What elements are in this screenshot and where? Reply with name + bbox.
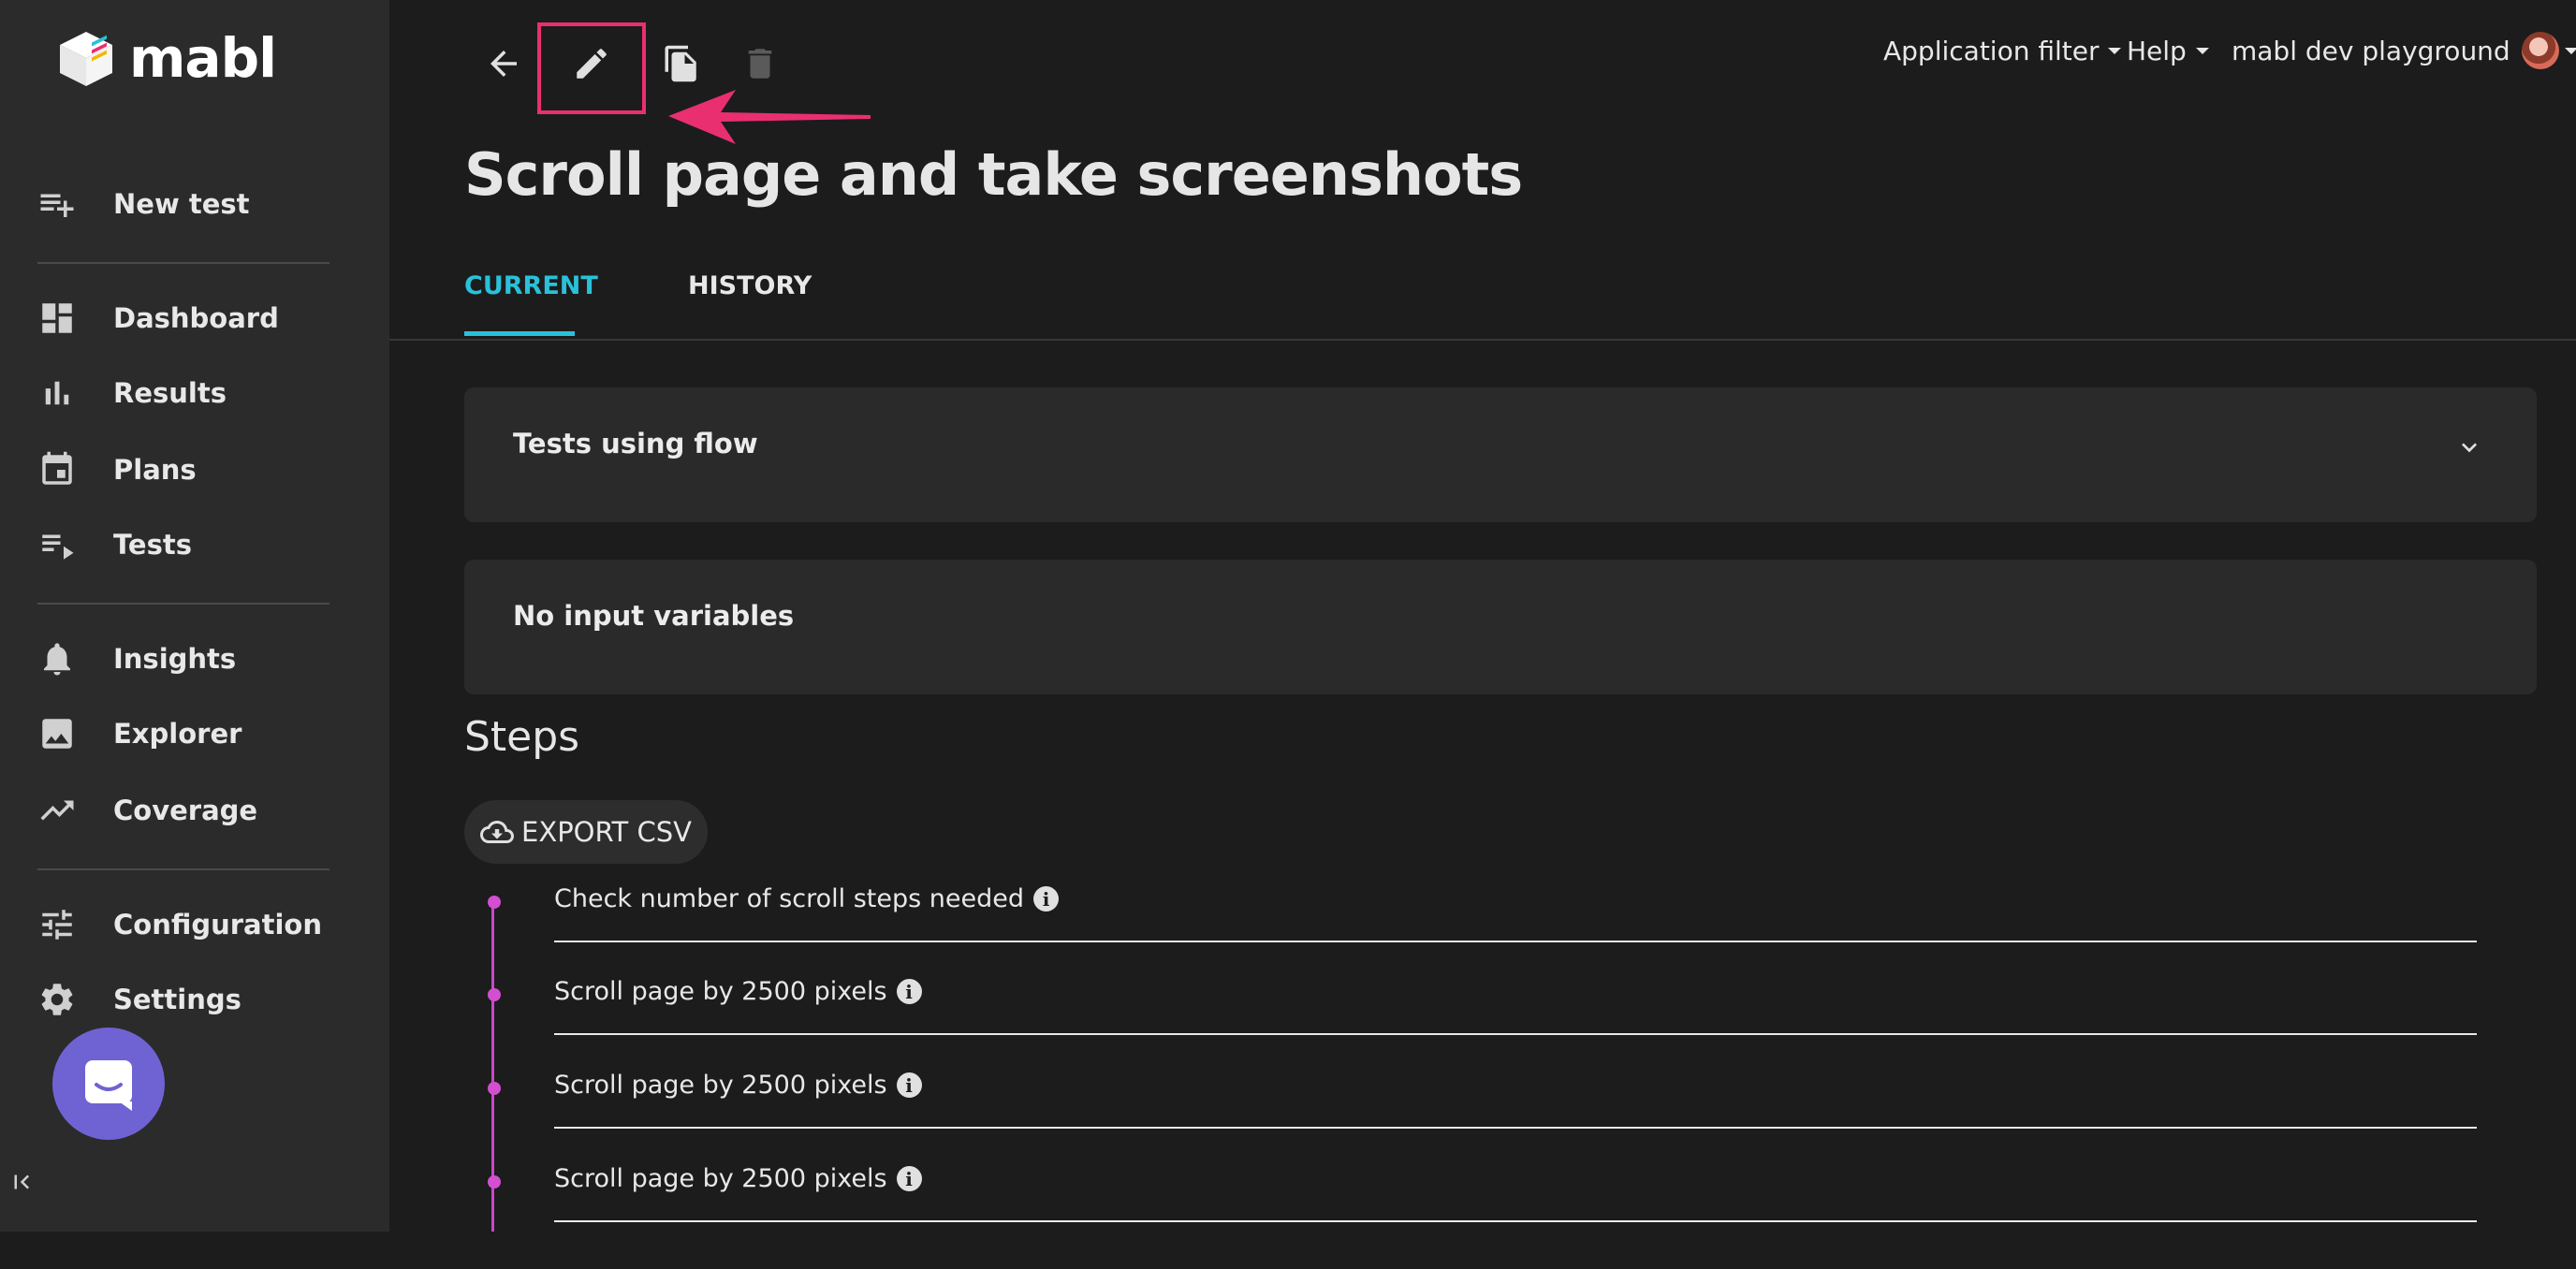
tabs-divider — [389, 339, 2576, 341]
tune-icon — [37, 903, 94, 946]
application-filter-label: Application filter — [1883, 35, 2100, 66]
info-icon[interactable]: i — [896, 1072, 922, 1098]
info-icon[interactable]: i — [896, 979, 922, 1004]
page-title: Scroll page and take screenshots — [464, 140, 1523, 209]
first-page-icon — [14, 1174, 30, 1189]
cloud-download-icon — [480, 821, 514, 843]
edit-highlight-box — [537, 22, 646, 114]
avatar — [2521, 32, 2559, 69]
sidebar-item-label: Coverage — [113, 795, 258, 826]
help-label: Help — [2127, 35, 2187, 66]
workspace-dropdown[interactable]: mabl dev playground — [2232, 32, 2576, 69]
caret-down-icon — [2108, 47, 2122, 54]
application-filter-dropdown[interactable]: Application filter — [1883, 32, 2122, 69]
sidebar-item-explorer[interactable]: Explorer — [37, 706, 356, 762]
sidebar-item-label: Tests — [113, 529, 192, 561]
step-item[interactable]: Scroll page by 2500 pixels i — [488, 1164, 2477, 1269]
export-csv-button[interactable]: EXPORT CSV — [464, 800, 708, 864]
step-item[interactable]: Check number of scroll steps needed i — [488, 884, 2477, 989]
step-divider — [554, 1033, 2477, 1035]
active-tab-indicator — [464, 331, 575, 336]
chat-icon — [85, 1060, 132, 1111]
sidebar: mabl New test Dashboard Results Plans Te… — [0, 0, 389, 1232]
step-dot — [488, 1175, 501, 1189]
calendar-icon — [37, 448, 94, 491]
sidebar-item-label: Dashboard — [113, 302, 279, 334]
step-divider — [554, 1220, 2477, 1222]
workspace-label: mabl dev playground — [2232, 35, 2510, 66]
info-icon[interactable]: i — [896, 1166, 922, 1191]
sidebar-item-label: Configuration — [113, 909, 322, 941]
sidebar-item-plans[interactable]: Plans — [37, 442, 356, 498]
tab-history[interactable]: HISTORY — [688, 271, 812, 300]
sidebar-item-dashboard[interactable]: Dashboard — [37, 290, 356, 346]
step-item[interactable]: Scroll page by 2500 pixels i — [488, 977, 2477, 1082]
collapse-sidebar-button[interactable] — [7, 1168, 36, 1196]
step-label: Scroll page by 2500 pixels — [554, 1071, 887, 1100]
tests-using-flow-panel[interactable]: Tests using flow — [464, 387, 2537, 522]
playlist-play-icon — [37, 523, 94, 566]
step-label: Scroll page by 2500 pixels — [554, 977, 887, 1006]
sidebar-item-label: Plans — [113, 454, 197, 486]
sidebar-item-results[interactable]: Results — [37, 365, 356, 421]
panel-title: Tests using flow — [513, 428, 758, 459]
sidebar-divider — [37, 262, 329, 264]
chat-launcher-button[interactable] — [52, 1028, 165, 1140]
app-name: mabl — [129, 26, 277, 90]
caret-down-icon — [2195, 47, 2209, 54]
sidebar-item-tests[interactable]: Tests — [37, 517, 356, 573]
sidebar-item-new-test[interactable]: New test — [37, 176, 356, 232]
caret-down-icon — [2564, 47, 2576, 54]
input-variables-panel: No input variables — [464, 560, 2537, 694]
sidebar-item-coverage[interactable]: Coverage — [37, 782, 356, 839]
sidebar-item-label: Results — [113, 377, 227, 409]
image-icon — [37, 712, 94, 755]
chevron-down-icon[interactable] — [2454, 432, 2484, 462]
sidebar-item-insights[interactable]: Insights — [37, 631, 356, 687]
step-divider — [554, 941, 2477, 942]
dashboard-icon — [37, 297, 94, 340]
trash-icon — [748, 49, 772, 79]
help-dropdown[interactable]: Help — [2127, 32, 2209, 69]
duplicate-button[interactable] — [655, 37, 708, 90]
delete-button[interactable] — [734, 37, 786, 90]
step-divider — [554, 1127, 2477, 1129]
step-dot — [488, 1082, 501, 1095]
step-label: Scroll page by 2500 pixels — [554, 1164, 887, 1193]
tab-current[interactable]: CURRENT — [464, 271, 598, 300]
panel-title: No input variables — [513, 600, 795, 632]
export-csv-label: EXPORT CSV — [521, 816, 692, 848]
trending-up-icon — [37, 789, 94, 832]
step-item[interactable]: Scroll page by 2500 pixels i — [488, 1071, 2477, 1175]
sidebar-divider — [37, 868, 329, 870]
sidebar-item-label: Settings — [113, 984, 242, 1015]
mabl-cube-icon — [60, 32, 112, 86]
sidebar-item-label: New test — [113, 188, 250, 220]
steps-heading: Steps — [464, 713, 580, 761]
arrow-back-icon — [490, 51, 517, 77]
sidebar-divider — [37, 603, 329, 605]
step-dot — [488, 896, 501, 909]
bell-icon — [37, 637, 94, 680]
gear-icon — [37, 978, 94, 1021]
sidebar-item-label: Insights — [113, 643, 237, 675]
sidebar-item-settings[interactable]: Settings — [37, 971, 356, 1028]
step-label: Check number of scroll steps needed — [554, 884, 1025, 913]
mabl-logo[interactable]: mabl — [56, 26, 277, 90]
bar-chart-icon — [37, 372, 94, 415]
step-dot — [488, 988, 501, 1001]
playlist-add-icon — [37, 182, 94, 226]
file-copy-icon — [665, 45, 696, 82]
info-icon[interactable]: i — [1033, 886, 1060, 912]
sidebar-item-label: Explorer — [113, 718, 242, 750]
sidebar-item-configuration[interactable]: Configuration — [37, 897, 356, 953]
back-button[interactable] — [477, 37, 530, 90]
